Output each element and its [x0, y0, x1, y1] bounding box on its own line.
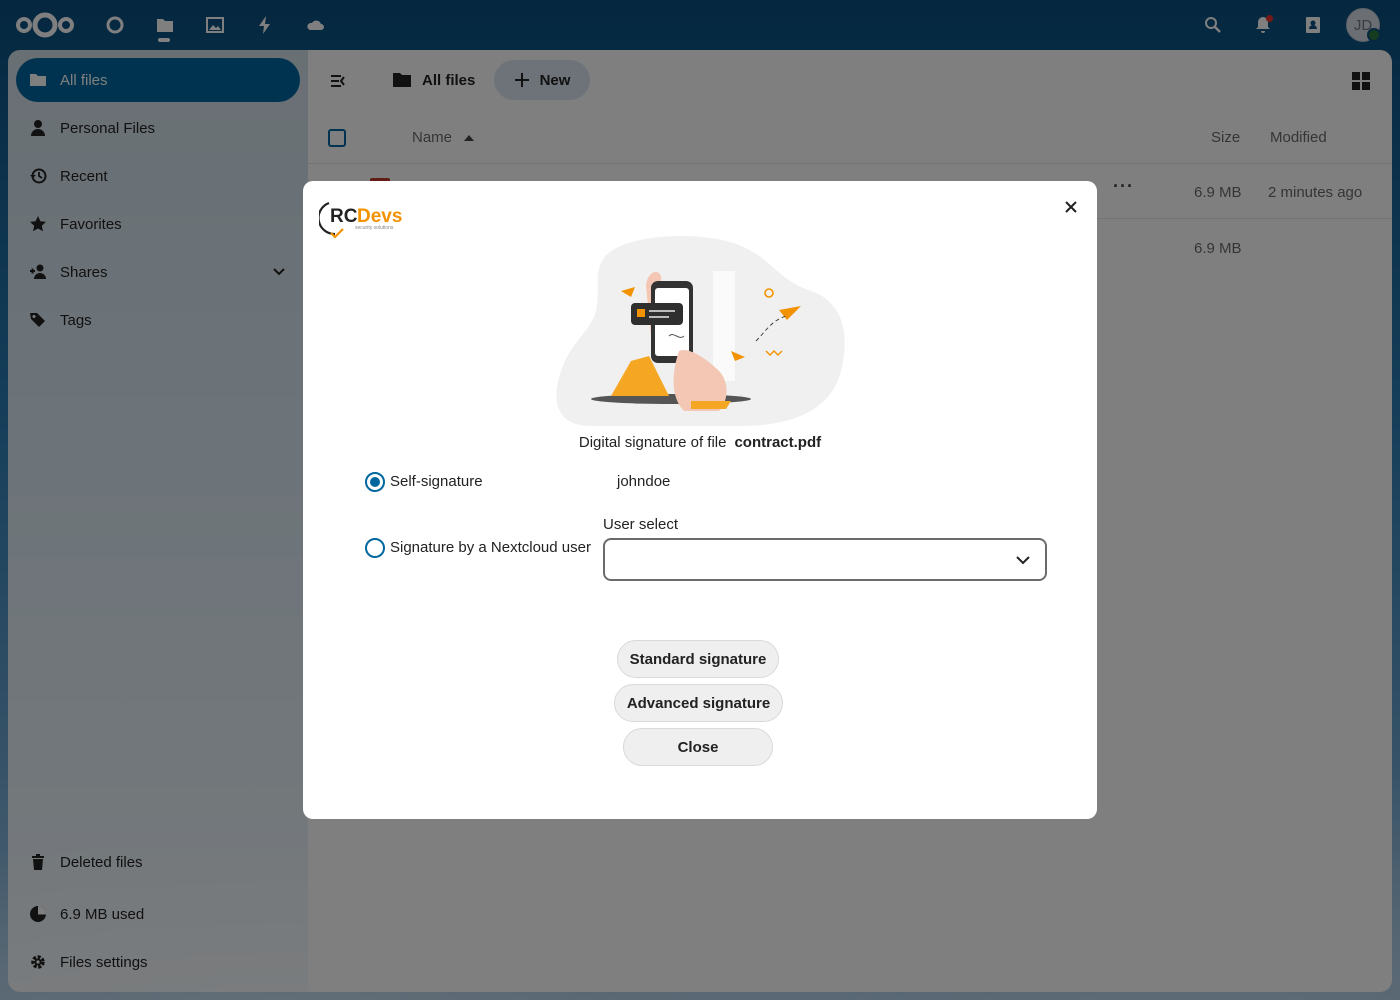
signature-file-line: Digital signature of file contract.pdf	[303, 434, 1097, 451]
close-button[interactable]: Close	[623, 728, 773, 766]
close-icon[interactable]	[1059, 195, 1083, 219]
file-prefix-text: Digital signature of file	[578, 434, 727, 451]
signing-illustration	[556, 236, 845, 426]
file-name-text: contract.pdf	[734, 434, 822, 451]
logo-rc-text: RC	[330, 206, 358, 227]
nextcloud-user-signature-radio[interactable]	[365, 538, 385, 558]
user-select-label: User select	[603, 516, 679, 533]
logo-tagline: security solutions	[355, 225, 394, 231]
standard-signature-button[interactable]: Standard signature	[617, 640, 779, 678]
chevron-down-icon	[1016, 556, 1030, 565]
self-signature-label[interactable]: Self-signature	[390, 473, 483, 490]
logo-devs-text: Devs	[357, 206, 402, 227]
signature-dialog: RC Devs security solutions Digital signa…	[303, 181, 1097, 819]
user-select-dropdown[interactable]	[603, 538, 1047, 581]
self-signature-user: johndoe	[617, 473, 671, 490]
rcdevs-logo: RC Devs security solutions	[319, 201, 402, 239]
advanced-signature-button[interactable]: Advanced signature	[614, 684, 783, 722]
nextcloud-user-signature-label[interactable]: Signature by a Nextcloud user	[390, 539, 591, 556]
self-signature-radio[interactable]	[365, 472, 385, 492]
